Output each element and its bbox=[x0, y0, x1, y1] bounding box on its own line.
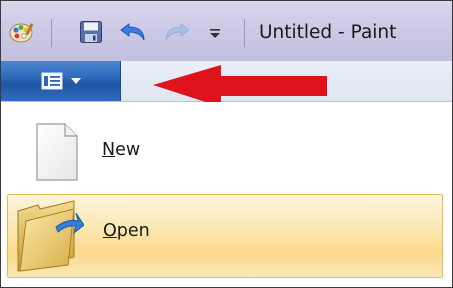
open-folder-icon bbox=[17, 200, 84, 272]
menu-item-new-label: New bbox=[102, 140, 141, 160]
file-menu-panel: New Open bbox=[1, 102, 452, 287]
new-document-icon bbox=[36, 123, 78, 181]
quick-access-separator bbox=[51, 19, 52, 47]
chevron-down-icon bbox=[71, 78, 81, 84]
save-icon[interactable] bbox=[79, 20, 103, 44]
menu-item-open-label: Open bbox=[103, 221, 150, 241]
menu-item-open[interactable]: Open bbox=[7, 194, 443, 278]
paint-window: Untitled - Paint New Open bbox=[0, 0, 453, 288]
customize-dropdown-icon[interactable] bbox=[207, 25, 223, 41]
paint-menu-button[interactable] bbox=[1, 61, 121, 101]
title-bar: Untitled - Paint bbox=[1, 1, 452, 61]
title-separator bbox=[244, 19, 245, 47]
undo-icon[interactable] bbox=[119, 21, 149, 43]
window-title: Untitled - Paint bbox=[259, 22, 397, 43]
menu-item-new[interactable]: New bbox=[7, 122, 443, 186]
paint-app-icon[interactable] bbox=[9, 20, 35, 44]
paint-menu-icon bbox=[41, 72, 63, 90]
redo-icon[interactable] bbox=[163, 21, 191, 43]
